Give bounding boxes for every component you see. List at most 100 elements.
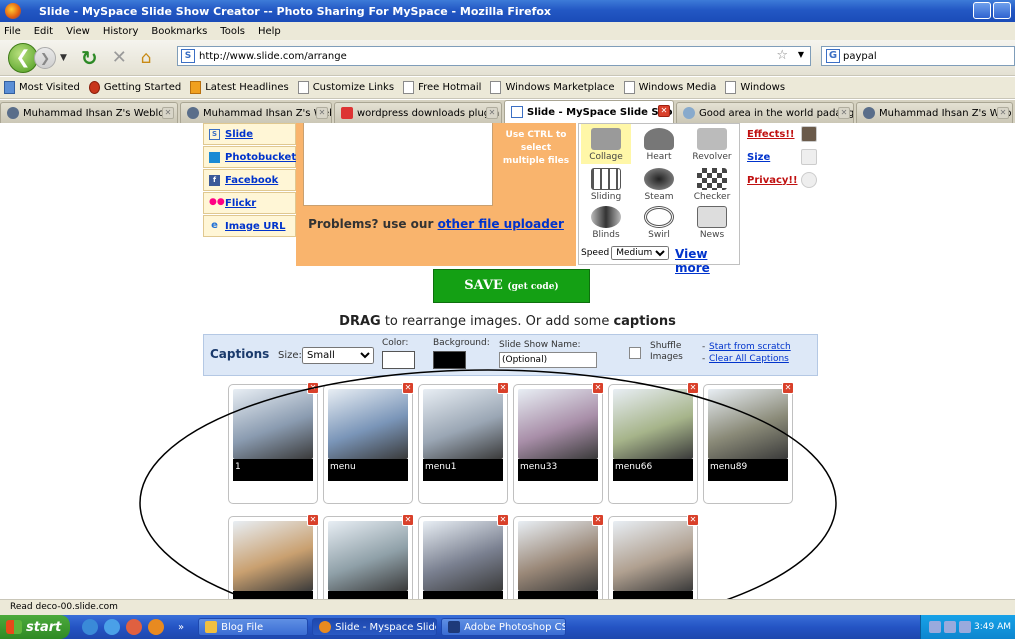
reload-icon[interactable]: ↻ (81, 46, 98, 70)
bookmark-windows-media[interactable]: Windows Media (623, 81, 716, 94)
bookmark-customize-links[interactable]: Customize Links (297, 81, 394, 94)
close-icon[interactable]: ✕ (838, 107, 850, 119)
menu-history[interactable]: History (103, 26, 139, 37)
view-more-link[interactable]: View more (675, 247, 739, 275)
remove-photo-icon[interactable]: ✕ (592, 382, 604, 394)
remove-photo-icon[interactable]: ✕ (307, 514, 319, 526)
search-input[interactable] (843, 50, 983, 62)
photo-card[interactable]: menu89 ✕ (703, 382, 794, 504)
effect-checker[interactable]: Checker (687, 166, 737, 206)
slideshow-name-input[interactable] (499, 352, 597, 368)
tab-good-area[interactable]: Good area in the world padang... ✕ (676, 102, 854, 123)
photo-caption[interactable] (328, 591, 408, 599)
media-icon[interactable] (126, 619, 142, 635)
photo-caption[interactable] (233, 591, 313, 599)
photo-caption[interactable] (423, 591, 503, 599)
photo-caption[interactable]: menu33 (518, 459, 598, 481)
photo-card[interactable]: 1 ✕ (228, 382, 319, 504)
menu-bookmarks[interactable]: Bookmarks (151, 26, 207, 37)
close-icon[interactable]: ✕ (162, 107, 174, 119)
effect-news[interactable]: News (687, 204, 737, 244)
tab-weblog-2[interactable]: Muhammad Ihsan Z's Weblog ›...✕ (180, 102, 332, 123)
start-from-scratch-link[interactable]: Start from scratch (709, 342, 791, 352)
remove-photo-icon[interactable]: ✕ (687, 514, 699, 526)
minimize-button[interactable] (973, 2, 991, 19)
tab-wordpress-plugin[interactable]: wordpress downloads plugin - ...✕ (334, 102, 502, 123)
menu-help[interactable]: Help (258, 26, 281, 37)
source-link[interactable]: Photobucket (225, 152, 296, 163)
ie-icon[interactable] (104, 619, 120, 635)
photo-card[interactable]: menu ✕ (323, 382, 414, 504)
tab-weblog-3[interactable]: Muhammad Ihsan Z's Weblog ›...✕ (856, 102, 1013, 123)
effect-heart[interactable]: Heart (634, 124, 684, 164)
bookmark-free-hotmail[interactable]: Free Hotmail (403, 81, 481, 94)
url-input[interactable] (199, 50, 759, 62)
source-link[interactable]: Facebook (225, 175, 278, 186)
photo-card[interactable]: ✕ (513, 514, 604, 599)
close-icon[interactable]: ✕ (997, 107, 1009, 119)
menu-tools[interactable]: Tools (220, 26, 245, 37)
remove-photo-icon[interactable]: ✕ (782, 382, 794, 394)
firefox-quicklaunch-icon[interactable] (148, 619, 164, 635)
close-icon[interactable]: ✕ (658, 105, 670, 117)
menu-file[interactable]: File (4, 26, 21, 37)
photo-caption[interactable]: menu89 (708, 459, 788, 481)
photo-caption[interactable]: menu66 (613, 459, 693, 481)
tab-weblog-1[interactable]: Muhammad Ihsan Z's Weblog ✕ (0, 102, 178, 123)
desktop-icon[interactable] (82, 619, 98, 635)
forward-arrow-icon[interactable]: ❯ (34, 46, 56, 69)
photo-card[interactable]: ✕ (228, 514, 319, 599)
photo-card[interactable]: ✕ (323, 514, 414, 599)
volume-icon[interactable] (944, 621, 956, 633)
source-slide[interactable]: S Slide (203, 123, 296, 145)
effect-steam[interactable]: Steam (634, 166, 684, 206)
privacy-link[interactable]: Privacy!! (747, 175, 798, 186)
source-link[interactable]: Slide (225, 129, 253, 140)
photo-caption[interactable] (613, 591, 693, 599)
save-button[interactable]: SAVE (get code) (433, 269, 590, 303)
menu-view[interactable]: View (66, 26, 90, 37)
taskbar-slide-firefox[interactable]: Slide - Myspace Slide ... (312, 618, 438, 636)
speed-select[interactable]: Medium (611, 246, 670, 260)
taskbar-blog-file[interactable]: Blog File (198, 618, 309, 636)
photo-caption[interactable]: menu1 (423, 459, 503, 481)
remove-photo-icon[interactable]: ✕ (402, 382, 414, 394)
photo-card[interactable]: ✕ (608, 514, 699, 599)
stop-icon[interactable]: ✕ (112, 47, 127, 68)
source-link[interactable]: Flickr (225, 198, 256, 209)
history-dropdown-icon[interactable]: ▼ (60, 53, 67, 63)
remove-photo-icon[interactable]: ✕ (497, 514, 509, 526)
bookmark-most-visited[interactable]: Most Visited (4, 81, 80, 94)
tab-slide-active[interactable]: Slide - MySpace Slide Sho... ✕ (504, 100, 674, 123)
shuffle-checkbox[interactable] (629, 347, 641, 359)
url-bar[interactable]: S ☆ ▼ (177, 46, 811, 66)
bookmark-windows-marketplace[interactable]: Windows Marketplace (490, 81, 615, 94)
source-image-url[interactable]: e Image URL (203, 215, 296, 237)
photo-card[interactable]: ✕ (418, 514, 509, 599)
source-flickr[interactable]: ●● Flickr (203, 192, 296, 214)
source-photobucket[interactable]: Photobucket (203, 146, 296, 168)
effect-blinds[interactable]: Blinds (581, 204, 631, 244)
remove-photo-icon[interactable]: ✕ (592, 514, 604, 526)
close-icon[interactable]: ✕ (316, 107, 328, 119)
bookmark-latest-headlines[interactable]: Latest Headlines (190, 81, 289, 94)
photo-caption[interactable]: menu (328, 459, 408, 481)
photo-caption[interactable] (518, 591, 598, 599)
source-link[interactable]: Image URL (225, 221, 286, 232)
home-icon[interactable]: ⌂ (141, 48, 152, 68)
bookmark-getting-started[interactable]: Getting Started (88, 81, 181, 94)
taskbar-photoshop[interactable]: Adobe Photoshop CS3 (441, 618, 567, 636)
remove-photo-icon[interactable]: ✕ (402, 514, 414, 526)
start-button[interactable]: start (0, 615, 70, 639)
google-search-icon[interactable]: G (826, 49, 840, 63)
effects-link[interactable]: Effects!! (747, 129, 795, 140)
remove-photo-icon[interactable]: ✕ (497, 382, 509, 394)
effect-sliding[interactable]: Sliding (581, 166, 631, 206)
caption-background-swatch[interactable] (433, 351, 466, 369)
quicklaunch-overflow-icon[interactable]: » (178, 622, 184, 633)
caption-size-select[interactable]: Small (302, 347, 374, 364)
effect-swirl[interactable]: Swirl (634, 204, 684, 244)
bookmark-windows[interactable]: Windows (725, 81, 785, 94)
maximize-button[interactable] (993, 2, 1011, 19)
caption-color-swatch[interactable] (382, 351, 415, 369)
